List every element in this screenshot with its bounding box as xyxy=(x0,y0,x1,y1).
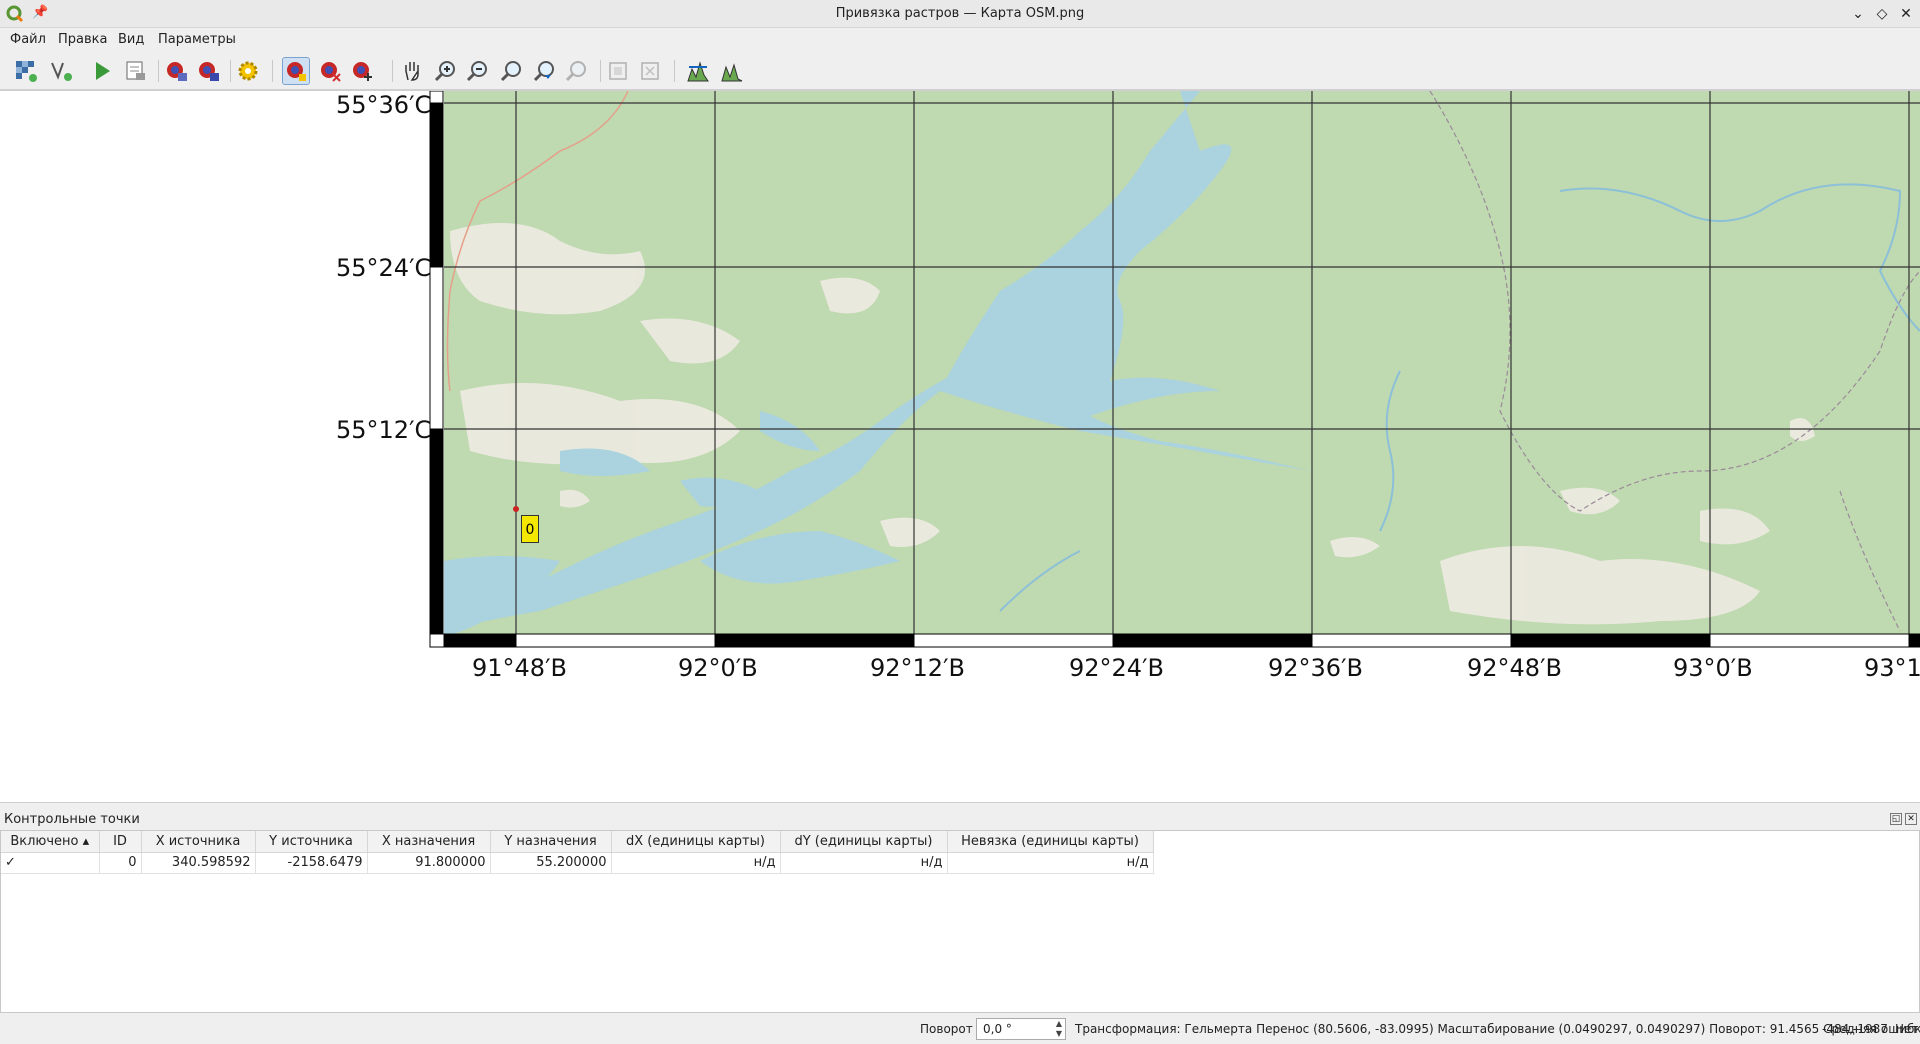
column-header[interactable]: Y назначения xyxy=(490,831,612,853)
frame-segment xyxy=(443,633,517,648)
rotation-spinner[interactable]: ▲ ▼ xyxy=(1053,1019,1065,1039)
title-bar: 📌 Привязка растров — Карта OSM.png ⌄ ◇ ✕ xyxy=(0,0,1920,28)
frame-segment xyxy=(1112,633,1313,648)
minimize-icon[interactable]: ⌄ xyxy=(1848,4,1868,24)
link-georef-to-qgis-icon[interactable] xyxy=(604,57,632,85)
frame-segment xyxy=(1908,633,1920,648)
src-y-cell[interactable]: -2158.6479 xyxy=(255,852,368,874)
menu-settings[interactable]: Параметры xyxy=(158,32,236,47)
gcp-panel-title: Контрольные точки xyxy=(4,812,140,827)
column-header[interactable]: X назначения xyxy=(367,831,491,853)
frame-segment xyxy=(1311,633,1512,648)
menu-view[interactable]: Вид xyxy=(118,32,144,47)
lon-label: 92°12′В xyxy=(870,654,965,682)
dx-cell[interactable]: н/д xyxy=(611,852,781,874)
dst-y-cell[interactable]: 55.200000 xyxy=(490,852,612,874)
start-georeferencing-icon[interactable] xyxy=(47,57,75,85)
lon-label: 93°0′В xyxy=(1673,654,1753,682)
zoom-out-icon[interactable] xyxy=(463,57,491,85)
status-bar: Поворот 0,0 ° ▲ ▼ Трансформация: Гельмерт… xyxy=(0,1013,1920,1044)
map-canvas[interactable]: 55°36′С 55°24′С 55°12′С 91°48′В 92°0′В 9… xyxy=(0,90,1920,803)
menu-edit[interactable]: Правка xyxy=(58,32,107,47)
column-header[interactable]: Y источника xyxy=(255,831,368,853)
frame-corner xyxy=(429,633,445,648)
column-header[interactable]: dX (единицы карты) xyxy=(611,831,781,853)
lon-label: 93°1 xyxy=(1864,654,1920,682)
frame-segment xyxy=(515,633,716,648)
frame-segment xyxy=(429,102,444,268)
gcp-table: Включено ▴ ID X источника Y источника X … xyxy=(1,831,1154,874)
frame-segment xyxy=(1510,633,1711,648)
crs-label[interactable]: Нет xyxy=(1895,1022,1918,1036)
move-point-icon[interactable] xyxy=(348,57,376,85)
maximize-icon[interactable]: ◇ xyxy=(1872,4,1892,24)
zoom-next-icon[interactable] xyxy=(562,57,590,85)
close-icon[interactable]: ✕ xyxy=(1896,4,1916,24)
column-header[interactable]: X источника xyxy=(141,831,256,853)
transform-info: Трансформация: Гельмерта Перенос (80.560… xyxy=(1075,1022,1920,1036)
zoom-to-layer-icon[interactable] xyxy=(497,57,525,85)
frame-segment xyxy=(429,91,444,104)
dy-cell[interactable]: н/д xyxy=(780,852,948,874)
local-histogram-stretch-icon[interactable] xyxy=(718,57,746,85)
table-row[interactable]: ✓ 0 340.598592 -2158.6479 91.800000 55.2… xyxy=(1,852,1154,874)
lat-label: 55°24′С xyxy=(336,254,432,282)
lat-label: 55°36′С xyxy=(336,91,432,119)
enabled-checkbox[interactable]: ✓ xyxy=(1,852,100,874)
save-gcp-icon[interactable] xyxy=(162,57,190,85)
delete-point-icon[interactable] xyxy=(316,57,344,85)
close-panel-icon[interactable]: ✕ xyxy=(1905,813,1917,825)
gcp-table-area: Включено ▴ ID X источника Y источника X … xyxy=(0,830,1920,1013)
column-header[interactable]: Включено ▴ xyxy=(1,831,100,853)
frame-segment xyxy=(429,428,444,635)
lon-label: 92°0′В xyxy=(678,654,758,682)
dst-x-cell[interactable]: 91.800000 xyxy=(367,852,491,874)
column-header[interactable]: Невязка (единицы карты) xyxy=(947,831,1154,853)
frame-segment xyxy=(429,266,444,430)
coordinates-readout: -484,-1987 xyxy=(1822,1022,1888,1036)
gcp-point[interactable] xyxy=(513,506,519,512)
src-x-cell[interactable]: 340.598592 xyxy=(141,852,256,874)
lon-label: 92°48′В xyxy=(1467,654,1562,682)
gcp-marker-label[interactable]: 0 xyxy=(521,515,539,543)
residual-cell[interactable]: н/д xyxy=(947,852,1154,874)
zoom-last-icon[interactable] xyxy=(530,57,558,85)
column-header[interactable]: ID xyxy=(99,831,142,853)
frame-segment xyxy=(913,633,1114,648)
add-point-icon[interactable] xyxy=(282,57,310,85)
menu-bar: Файл Правка Вид Параметры xyxy=(0,28,1920,52)
generate-gdal-script-icon[interactable] xyxy=(88,57,116,85)
lat-label: 55°12′С xyxy=(336,416,432,444)
window-title: Привязка растров — Карта OSM.png xyxy=(835,6,1085,21)
lon-label: 91°48′В xyxy=(472,654,567,682)
zoom-in-icon[interactable] xyxy=(431,57,459,85)
frame-segment xyxy=(1709,633,1910,648)
column-header[interactable]: dY (единицы карты) xyxy=(780,831,948,853)
pan-icon[interactable] xyxy=(398,57,426,85)
frame-segment xyxy=(714,633,915,648)
toolbar xyxy=(0,52,1920,90)
gcp-id-cell[interactable]: 0 xyxy=(99,852,142,874)
raster-map[interactable] xyxy=(0,91,1920,651)
table-header-row: Включено ▴ ID X источника Y источника X … xyxy=(1,831,1154,853)
lon-label: 92°24′В xyxy=(1069,654,1164,682)
load-gcp-icon[interactable] xyxy=(122,57,150,85)
full-histogram-stretch-icon[interactable] xyxy=(684,57,712,85)
open-raster-icon[interactable] xyxy=(12,57,40,85)
transformation-settings-icon[interactable] xyxy=(194,57,222,85)
gcp-panel-header: Контрольные точки ◱ ✕ xyxy=(0,810,1920,830)
menu-file[interactable]: Файл xyxy=(10,32,46,47)
undock-icon[interactable]: ◱ xyxy=(1890,813,1902,825)
link-qgis-to-georef-icon[interactable] xyxy=(636,57,664,85)
gear-icon[interactable] xyxy=(234,57,262,85)
rotation-label: Поворот xyxy=(920,1022,973,1036)
lon-label: 92°36′В xyxy=(1268,654,1363,682)
